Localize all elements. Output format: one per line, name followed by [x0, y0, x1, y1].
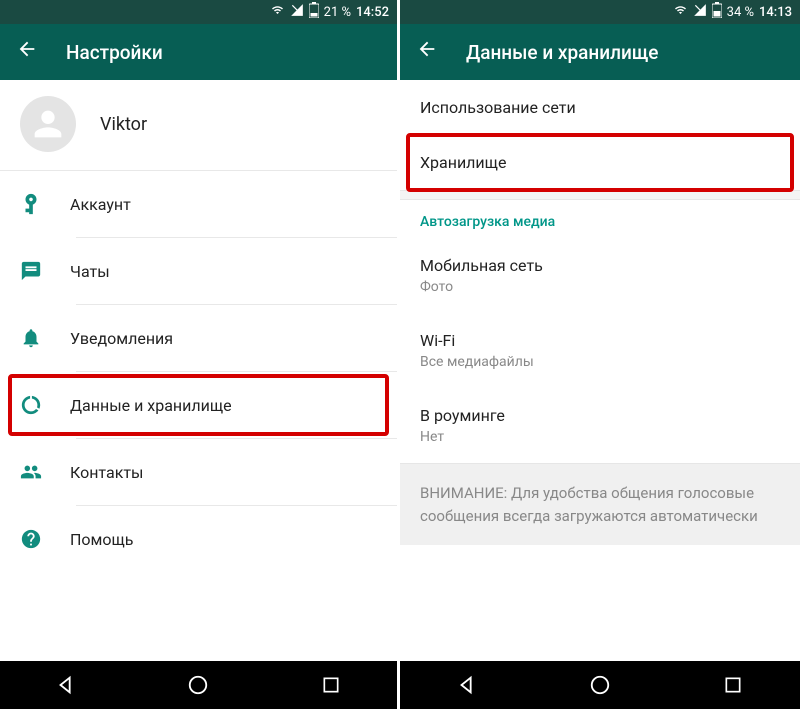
phone-left-settings: 21 % 14:52 Настройки Viktor Аккаунт Чаты… [0, 0, 400, 709]
section-header-autoload: Автозагрузка медиа [400, 200, 800, 238]
nav-back[interactable] [455, 673, 479, 697]
status-bar: 34 % 14:13 [400, 0, 800, 24]
menu-label: Уведомления [70, 329, 173, 348]
signal-icon [290, 3, 304, 21]
avatar [20, 96, 76, 152]
help-icon [20, 528, 42, 550]
item-title: Wi-Fi [420, 331, 780, 350]
bell-icon [20, 327, 42, 349]
item-subtitle: Фото [420, 279, 780, 295]
item-title: Хранилище [420, 153, 780, 172]
item-title: Мобильная сеть [420, 256, 780, 275]
nav-home[interactable] [186, 673, 210, 697]
battery-icon [712, 2, 722, 22]
item-subtitle: Все медиафайлы [420, 354, 780, 370]
wifi-icon [270, 4, 285, 20]
battery-percent: 34 % [727, 5, 754, 20]
nav-recent[interactable] [319, 673, 343, 697]
item-wifi[interactable]: Wi-Fi Все медиафайлы [400, 313, 800, 388]
chat-icon [20, 260, 42, 282]
back-button[interactable] [416, 38, 438, 66]
menu-label: Контакты [70, 463, 143, 482]
item-title: В роуминге [420, 406, 780, 425]
signal-icon [693, 3, 707, 21]
profile-name: Viktor [100, 114, 147, 135]
menu-item-contacts[interactable]: Контакты [0, 439, 397, 505]
warning-text: ВНИМАНИЕ: Для удобства общения голосовые… [400, 463, 800, 545]
key-icon [20, 193, 42, 215]
item-title: Использование сети [420, 98, 780, 117]
status-icons: 34 % 14:13 [673, 2, 792, 22]
menu-item-account[interactable]: Аккаунт [0, 171, 397, 237]
menu-item-chats[interactable]: Чаты [0, 238, 397, 304]
page-title: Настройки [66, 41, 163, 64]
nav-back[interactable] [54, 673, 78, 697]
menu-item-notifications[interactable]: Уведомления [0, 305, 397, 371]
nav-home[interactable] [588, 673, 612, 697]
back-button[interactable] [16, 38, 38, 66]
clock: 14:52 [356, 5, 389, 20]
nav-recent[interactable] [721, 673, 745, 697]
app-bar: Настройки [0, 24, 397, 80]
content: Использование сети Хранилище Автозагрузк… [400, 80, 800, 661]
app-bar: Данные и хранилище [400, 24, 800, 80]
data-usage-icon [20, 394, 42, 416]
item-storage[interactable]: Хранилище [400, 135, 800, 190]
battery-icon [309, 2, 319, 22]
item-roaming[interactable]: В роуминге Нет [400, 388, 800, 463]
battery-percent: 21 % [324, 5, 351, 20]
section-divider [400, 190, 800, 200]
menu-label: Аккаунт [70, 195, 131, 214]
menu-label: Данные и хранилище [70, 396, 232, 415]
menu-item-data-storage[interactable]: Данные и хранилище [0, 372, 397, 438]
status-icons: 21 % 14:52 [270, 2, 389, 22]
menu-label: Чаты [70, 262, 110, 281]
phone-right-data-storage: 34 % 14:13 Данные и хранилище Использова… [400, 0, 800, 709]
item-mobile-network[interactable]: Мобильная сеть Фото [400, 238, 800, 313]
clock: 14:13 [759, 5, 792, 20]
menu-label: Помощь [70, 530, 133, 549]
item-subtitle: Нет [420, 429, 780, 445]
contacts-icon [20, 461, 42, 483]
page-title: Данные и хранилище [466, 41, 659, 64]
menu-item-help[interactable]: Помощь [0, 506, 397, 572]
content: Viktor Аккаунт Чаты Уведомления Данные и… [0, 80, 397, 661]
nav-bar [400, 661, 800, 709]
profile-row[interactable]: Viktor [0, 80, 397, 170]
status-bar: 21 % 14:52 [0, 0, 397, 24]
wifi-icon [673, 4, 688, 20]
nav-bar [0, 661, 397, 709]
item-network-usage[interactable]: Использование сети [400, 80, 800, 135]
